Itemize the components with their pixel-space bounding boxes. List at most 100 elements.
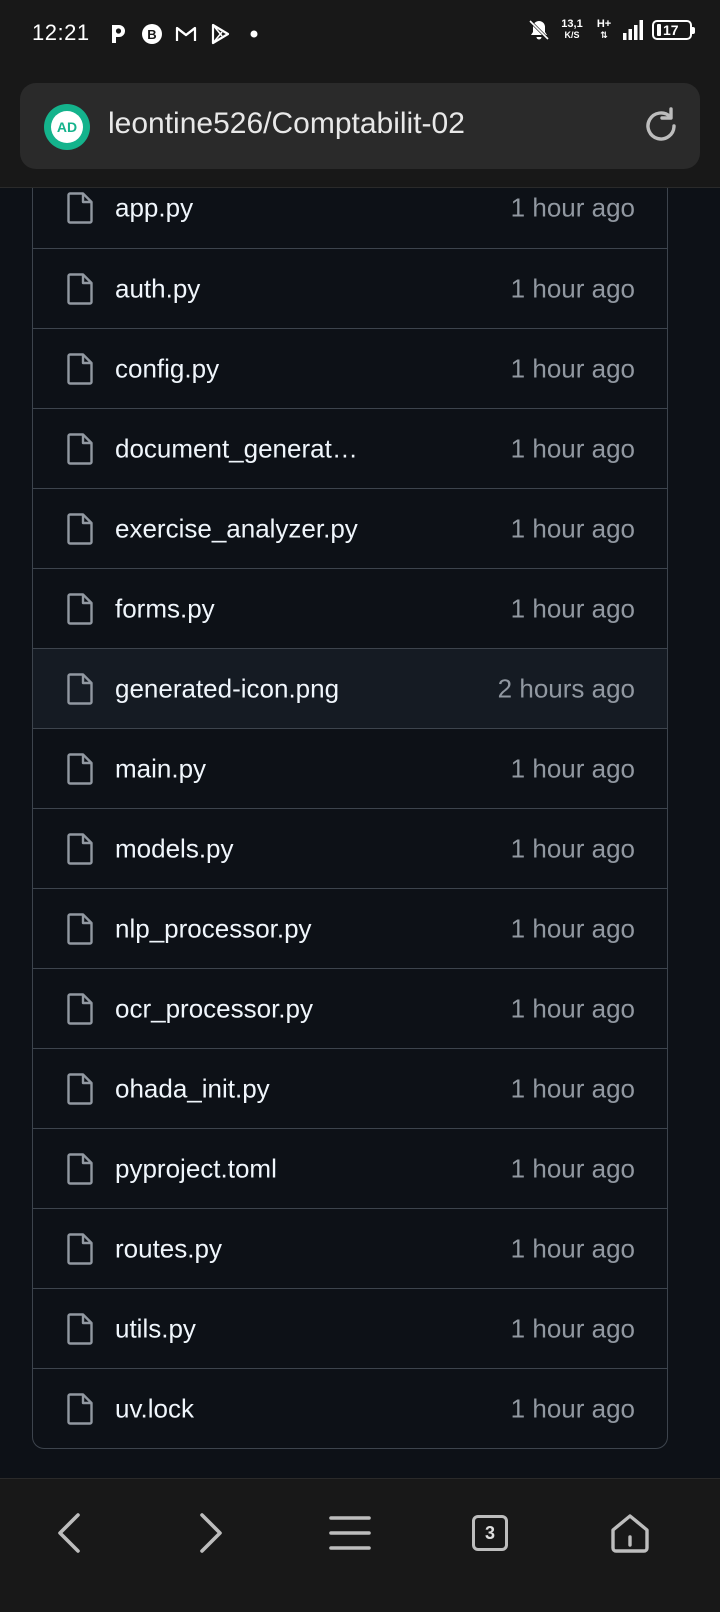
file-row[interactable]: forms.py 1 hour ago: [33, 568, 667, 648]
notification-icons: B: [106, 22, 266, 46]
file-name[interactable]: pyproject.toml: [115, 1153, 277, 1184]
net-type-label: H+: [596, 18, 612, 30]
back-button[interactable]: [34, 1497, 106, 1569]
file-name[interactable]: generated-icon.png: [115, 673, 339, 704]
file-time: 1 hour ago: [510, 192, 635, 223]
reload-icon[interactable]: [640, 105, 682, 147]
page: app.py 1 hour ago auth.py 1 hour ago con…: [0, 0, 720, 1612]
network-type: H+ ⇅: [594, 19, 614, 41]
file-row[interactable]: document_generat… 1 hour ago: [33, 408, 667, 488]
file-icon: [67, 1152, 93, 1185]
file-time: 1 hour ago: [510, 993, 635, 1023]
address-bar[interactable]: AD leontine526/Comptabilit-02: [20, 83, 700, 169]
tabs-button[interactable]: 3: [454, 1497, 526, 1569]
file-row[interactable]: utils.py 1 hour ago: [33, 1288, 667, 1368]
file-row[interactable]: pyproject.toml 1 hour ago: [33, 1128, 667, 1208]
net-speed-unit: K/S: [564, 30, 580, 40]
system-icons: 13,1 K/S H+ ⇅ 17: [528, 18, 695, 42]
site-badge-label: AD: [51, 111, 83, 143]
file-icon: [67, 1312, 93, 1345]
forward-button[interactable]: [174, 1497, 246, 1569]
file-name[interactable]: forms.py: [115, 593, 215, 624]
file-row[interactable]: nlp_processor.py 1 hour ago: [33, 888, 667, 968]
file-icon: [67, 752, 93, 785]
file-row[interactable]: exercise_analyzer.py 1 hour ago: [33, 488, 667, 568]
file-time: 1 hour ago: [510, 433, 635, 463]
chevron-right-icon: [200, 1513, 222, 1553]
file-icon: [67, 512, 93, 545]
file-time: 1 hour ago: [510, 593, 635, 623]
file-row-highlighted[interactable]: generated-icon.png 2 hours ago: [33, 648, 667, 728]
dot-icon: [250, 30, 258, 38]
hamburger-menu-icon: [329, 1516, 371, 1550]
file-icon: [67, 192, 93, 224]
play-store-icon: [211, 23, 230, 45]
net-arrows: ⇅: [600, 30, 608, 40]
status-bar: 12:21 B 13,1 K/S H+ ⇅ 17: [0, 0, 720, 72]
file-row[interactable]: ohada_init.py 1 hour ago: [33, 1048, 667, 1128]
file-time: 1 hour ago: [510, 1073, 635, 1103]
bell-off-icon: [528, 19, 550, 41]
header-divider: [0, 187, 720, 188]
b-app-icon: B: [142, 24, 162, 44]
file-time: 2 hours ago: [497, 673, 635, 703]
file-time: 1 hour ago: [510, 1153, 635, 1183]
browser-header: AD leontine526/Comptabilit-02: [0, 72, 720, 188]
file-icon: [67, 592, 93, 625]
file-name[interactable]: main.py: [115, 753, 206, 784]
file-icon: [67, 352, 93, 385]
url-text[interactable]: leontine526/Comptabilit-02: [108, 107, 465, 141]
file-name[interactable]: uv.lock: [115, 1393, 194, 1424]
file-row[interactable]: routes.py 1 hour ago: [33, 1208, 667, 1288]
file-icon: [67, 832, 93, 865]
file-row[interactable]: models.py 1 hour ago: [33, 808, 667, 888]
file-icon: [67, 432, 93, 465]
p-app-icon: [112, 25, 125, 43]
file-name[interactable]: document_generat…: [115, 433, 358, 464]
status-time: 12:21: [32, 20, 90, 45]
menu-button[interactable]: [314, 1497, 386, 1569]
file-time: 1 hour ago: [510, 513, 635, 543]
file-row[interactable]: uv.lock 1 hour ago: [33, 1368, 667, 1448]
file-icon: [67, 1232, 93, 1265]
bottom-nav: 3: [0, 1478, 720, 1612]
file-name[interactable]: ocr_processor.py: [115, 993, 313, 1024]
file-time: 1 hour ago: [510, 1393, 635, 1423]
home-button[interactable]: [594, 1497, 666, 1569]
file-icon: [67, 1392, 93, 1425]
file-list: app.py 1 hour ago auth.py 1 hour ago con…: [32, 168, 668, 1449]
file-icon: [67, 1072, 93, 1105]
file-time: 1 hour ago: [510, 913, 635, 943]
signal-icon: [623, 20, 643, 40]
svg-text:B: B: [147, 27, 156, 42]
file-icon: [67, 672, 93, 705]
file-time: 1 hour ago: [510, 273, 635, 303]
file-row[interactable]: main.py 1 hour ago: [33, 728, 667, 808]
site-badge-icon[interactable]: AD: [44, 104, 90, 150]
gmail-icon: [175, 26, 197, 41]
file-name[interactable]: ohada_init.py: [115, 1073, 270, 1104]
tab-count-icon: 3: [472, 1515, 508, 1551]
file-name[interactable]: models.py: [115, 833, 234, 864]
file-row[interactable]: ocr_processor.py 1 hour ago: [33, 968, 667, 1048]
file-time: 1 hour ago: [510, 1233, 635, 1263]
file-row[interactable]: config.py 1 hour ago: [33, 328, 667, 408]
file-icon: [67, 272, 93, 305]
file-time: 1 hour ago: [510, 1313, 635, 1343]
file-time: 1 hour ago: [510, 833, 635, 863]
chevron-left-icon: [58, 1513, 80, 1553]
home-icon: [611, 1514, 649, 1553]
file-row[interactable]: auth.py 1 hour ago: [33, 248, 667, 328]
file-name[interactable]: routes.py: [115, 1233, 222, 1264]
battery-level: 17: [663, 22, 679, 38]
file-name[interactable]: auth.py: [115, 273, 200, 304]
file-time: 1 hour ago: [510, 753, 635, 783]
battery-icon: 17: [652, 20, 695, 40]
file-name[interactable]: exercise_analyzer.py: [115, 513, 358, 544]
file-name[interactable]: utils.py: [115, 1313, 196, 1344]
net-speed-value: 13,1: [561, 18, 583, 30]
file-name[interactable]: nlp_processor.py: [115, 913, 312, 944]
file-name[interactable]: app.py: [115, 193, 193, 224]
file-name[interactable]: config.py: [115, 353, 219, 384]
file-icon: [67, 912, 93, 945]
